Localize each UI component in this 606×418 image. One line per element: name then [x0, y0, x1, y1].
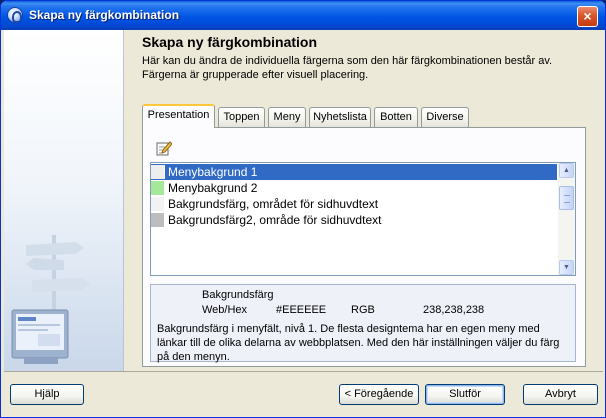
help-button[interactable]: Hjälp [10, 384, 84, 405]
info-color-name: Bakgrundsfärg [202, 289, 274, 301]
info-rgb-label: RGB [351, 304, 375, 316]
app-logo-icon [7, 7, 23, 23]
tab-diverse[interactable]: Diverse [421, 107, 469, 127]
close-button[interactable]: × [577, 6, 598, 27]
color-listbox[interactable]: Menybakgrund 1 Menybakgrund 2 Bakgrundsf… [150, 162, 576, 276]
list-item[interactable]: Menybakgrund 2 [151, 180, 557, 196]
color-swatch [151, 197, 165, 211]
info-description: Bakgrundsfärg i menyfält, nivå 1. De fle… [157, 323, 560, 363]
list-item[interactable]: Bakgrundsfärg, området för sidhuvdtext [151, 196, 557, 212]
finish-button-label: Slutför [449, 388, 481, 400]
list-item-label: Bakgrundsfärg, området för sidhuvdtext [168, 197, 379, 211]
title-bar[interactable]: Skapa ny färgkombination × [1, 1, 605, 30]
signpost-illustration [4, 180, 123, 371]
scrollbar-thumb[interactable] [559, 186, 574, 210]
info-webhex-label: Web/Hex [202, 304, 248, 316]
info-rgb-value: 238,238,238 [423, 304, 485, 316]
color-swatch [151, 181, 165, 195]
list-item[interactable]: Menybakgrund 1 [151, 164, 557, 180]
list-item-label: Menybakgrund 2 [168, 181, 258, 195]
list-item-label: Menybakgrund 1 [168, 165, 258, 179]
tab-nyhetslista[interactable]: Nyhetslista [309, 107, 371, 127]
cancel-button-label: Avbryt [545, 388, 576, 400]
help-button-label: Hjälp [34, 388, 60, 400]
tab-panel: Menybakgrund 1 Menybakgrund 2 Bakgrundsf… [142, 127, 586, 367]
finish-button[interactable]: Slutför [425, 384, 505, 405]
tab-presentation[interactable]: Presentation [142, 104, 215, 128]
back-button[interactable]: < Föregående [339, 384, 419, 405]
page-title: Skapa ny färgkombination [142, 34, 318, 50]
list-item-label: Bakgrundsfärg2, område för sidhuvdtext [168, 213, 382, 227]
wizard-content: Skapa ny färgkombination Här kan du ändr… [125, 30, 603, 371]
cancel-button[interactable]: Avbryt [523, 384, 598, 405]
scroll-down-icon[interactable]: ▼ [559, 260, 574, 275]
dialog-window: Skapa ny färgkombination × Skapa ny färg… [0, 0, 606, 418]
tab-toppen[interactable]: Toppen [218, 107, 265, 127]
back-chevron-icon: < [344, 388, 352, 400]
color-swatch [151, 213, 165, 227]
edit-icon[interactable] [156, 140, 172, 156]
scroll-up-icon[interactable]: ▲ [559, 163, 574, 178]
color-swatch [151, 165, 165, 179]
info-webhex-value: #EEEEEE [276, 304, 327, 316]
tab-botten[interactable]: Botten [374, 107, 418, 127]
color-info-panel: Bakgrundsfärg Web/Hex #EEEEEE RGB 238,23… [150, 284, 576, 363]
tab-meny[interactable]: Meny [268, 107, 306, 127]
vertical-scrollbar[interactable]: ▲ ▼ [558, 163, 575, 275]
window-title: Skapa ny färgkombination [29, 8, 180, 22]
page-description: Här kan du ändra de individuella färgern… [142, 55, 553, 81]
list-item[interactable]: Bakgrundsfärg2, område för sidhuvdtext [151, 212, 557, 228]
back-button-label: Föregående [354, 388, 414, 400]
button-bar: Hjälp < Föregående Slutför Avbryt [4, 371, 603, 415]
wizard-side-illustration [4, 30, 124, 371]
